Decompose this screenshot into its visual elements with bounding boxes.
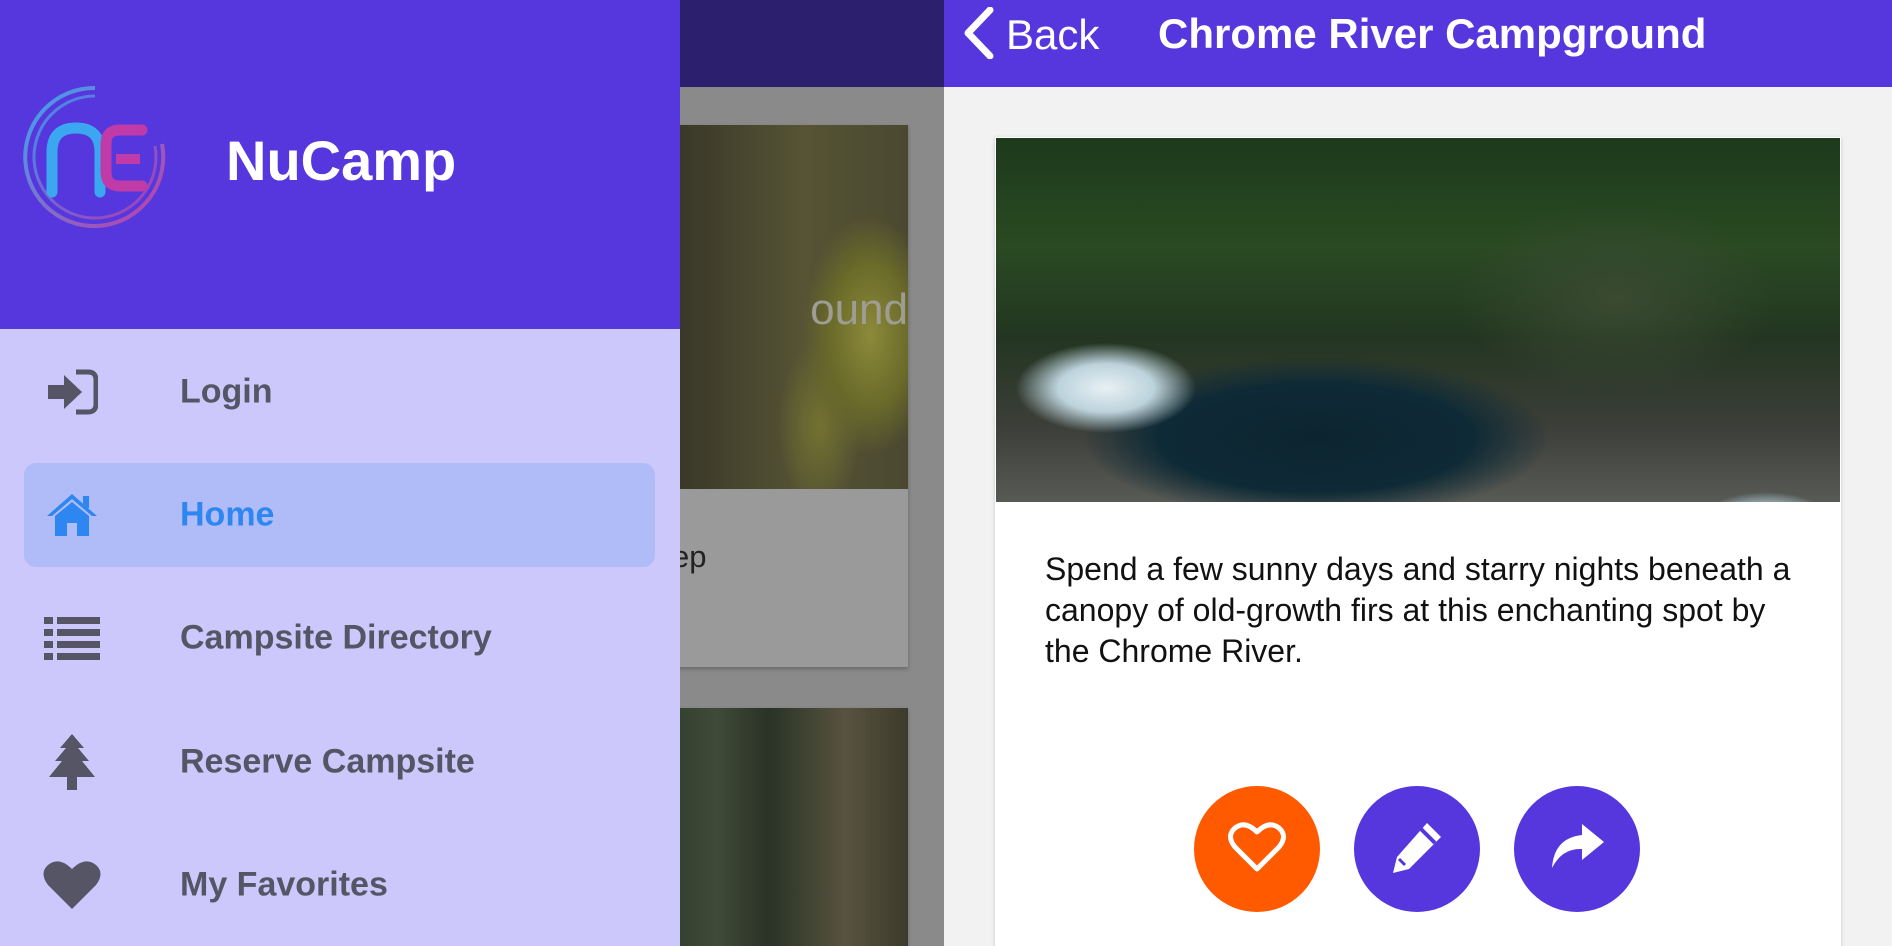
edit-button[interactable] [1354, 786, 1480, 912]
home-icon [42, 488, 102, 542]
drawer-item-campsite-directory[interactable]: Campsite Directory [24, 586, 655, 690]
drawer-item-label: Reserve Campsite [180, 742, 475, 781]
drawer-item-login[interactable]: Login [24, 340, 655, 444]
drawer-item-label: Campsite Directory [180, 618, 492, 657]
drawer-item-label: Login [180, 372, 273, 411]
pencil-icon [1389, 819, 1445, 880]
sign-in-icon [42, 365, 102, 419]
navigation-drawer: NuCamp Login Home Campsite Directory Res… [0, 0, 680, 946]
drawer-item-home[interactable]: Home [24, 463, 655, 567]
chevron-left-icon [962, 6, 994, 64]
drawer-item-label: Home [180, 495, 275, 534]
drawer-item-reserve-campsite[interactable]: Reserve Campsite [24, 710, 655, 814]
campsite-detail-screen: Back Chrome River Campground Spend a few… [944, 0, 1892, 946]
heart-outline-icon [1227, 820, 1287, 879]
drawer-item-my-favorites[interactable]: My Favorites [24, 833, 655, 937]
detail-header: Back Chrome River Campground [944, 0, 1892, 87]
back-label: Back [1006, 11, 1100, 58]
heart-icon [42, 858, 102, 912]
drawer-item-label: My Favorites [180, 865, 388, 904]
back-button[interactable]: Back [962, 0, 1099, 70]
tree-icon [42, 734, 102, 790]
favorite-button[interactable] [1194, 786, 1320, 912]
app-name: NuCamp [226, 129, 457, 192]
campsite-card: Spend a few sunny days and starry nights… [995, 137, 1841, 946]
drawer-header: NuCamp [0, 0, 680, 329]
share-button[interactable] [1514, 786, 1640, 912]
card-actions [995, 786, 1841, 912]
share-icon [1548, 822, 1606, 877]
campsite-description: Spend a few sunny days and starry nights… [1045, 551, 1791, 669]
nucamp-logo-icon [22, 84, 168, 230]
list-icon [42, 611, 102, 665]
screen-title: Chrome River Campground [1158, 10, 1707, 57]
campsite-photo [996, 138, 1840, 502]
